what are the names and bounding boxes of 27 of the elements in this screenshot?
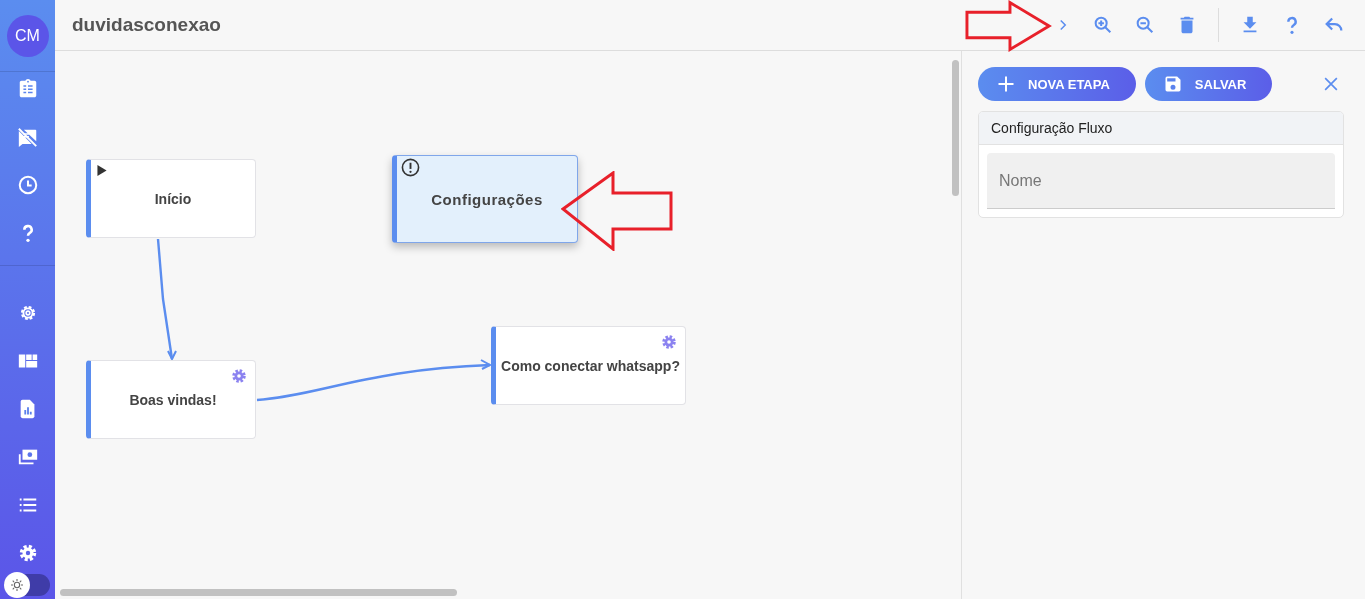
plus-icon xyxy=(996,74,1016,94)
scrollbar[interactable] xyxy=(60,589,457,596)
sun-icon xyxy=(9,577,25,593)
save-button[interactable]: SALVAR xyxy=(1144,67,1273,101)
name-field[interactable]: Nome xyxy=(987,153,1335,209)
node-label: Configurações xyxy=(430,190,544,208)
flow-node[interactable]: Boas vindas! xyxy=(86,360,256,439)
scrollbar[interactable] xyxy=(952,60,959,196)
zoom-out-icon[interactable] xyxy=(1134,14,1156,36)
node-label: Início xyxy=(153,190,193,207)
flow-node[interactable]: Início xyxy=(86,159,256,238)
alert-icon xyxy=(401,158,420,177)
flow-node[interactable]: Como conectar whatsapp? xyxy=(491,326,686,405)
message-off-icon[interactable] xyxy=(16,126,39,148)
flow-title: duvidasconexao xyxy=(72,14,221,36)
settings-icon[interactable] xyxy=(230,367,248,385)
theme-toggle[interactable] xyxy=(4,574,50,596)
user-avatar[interactable]: CM xyxy=(6,14,49,57)
node-label: Como conectar whatsapp? xyxy=(500,357,681,374)
play-icon xyxy=(97,165,107,176)
zoom-in-icon[interactable] xyxy=(1092,14,1114,36)
clock-icon[interactable] xyxy=(16,174,39,196)
add-button[interactable]: NOVA ETAPA xyxy=(978,67,1136,101)
flow-node[interactable]: Configurações xyxy=(392,155,578,243)
settings-icon[interactable] xyxy=(660,333,678,351)
card-header: Configuração Fluxo xyxy=(979,112,1343,145)
node-label: Boas vindas! xyxy=(128,391,218,408)
